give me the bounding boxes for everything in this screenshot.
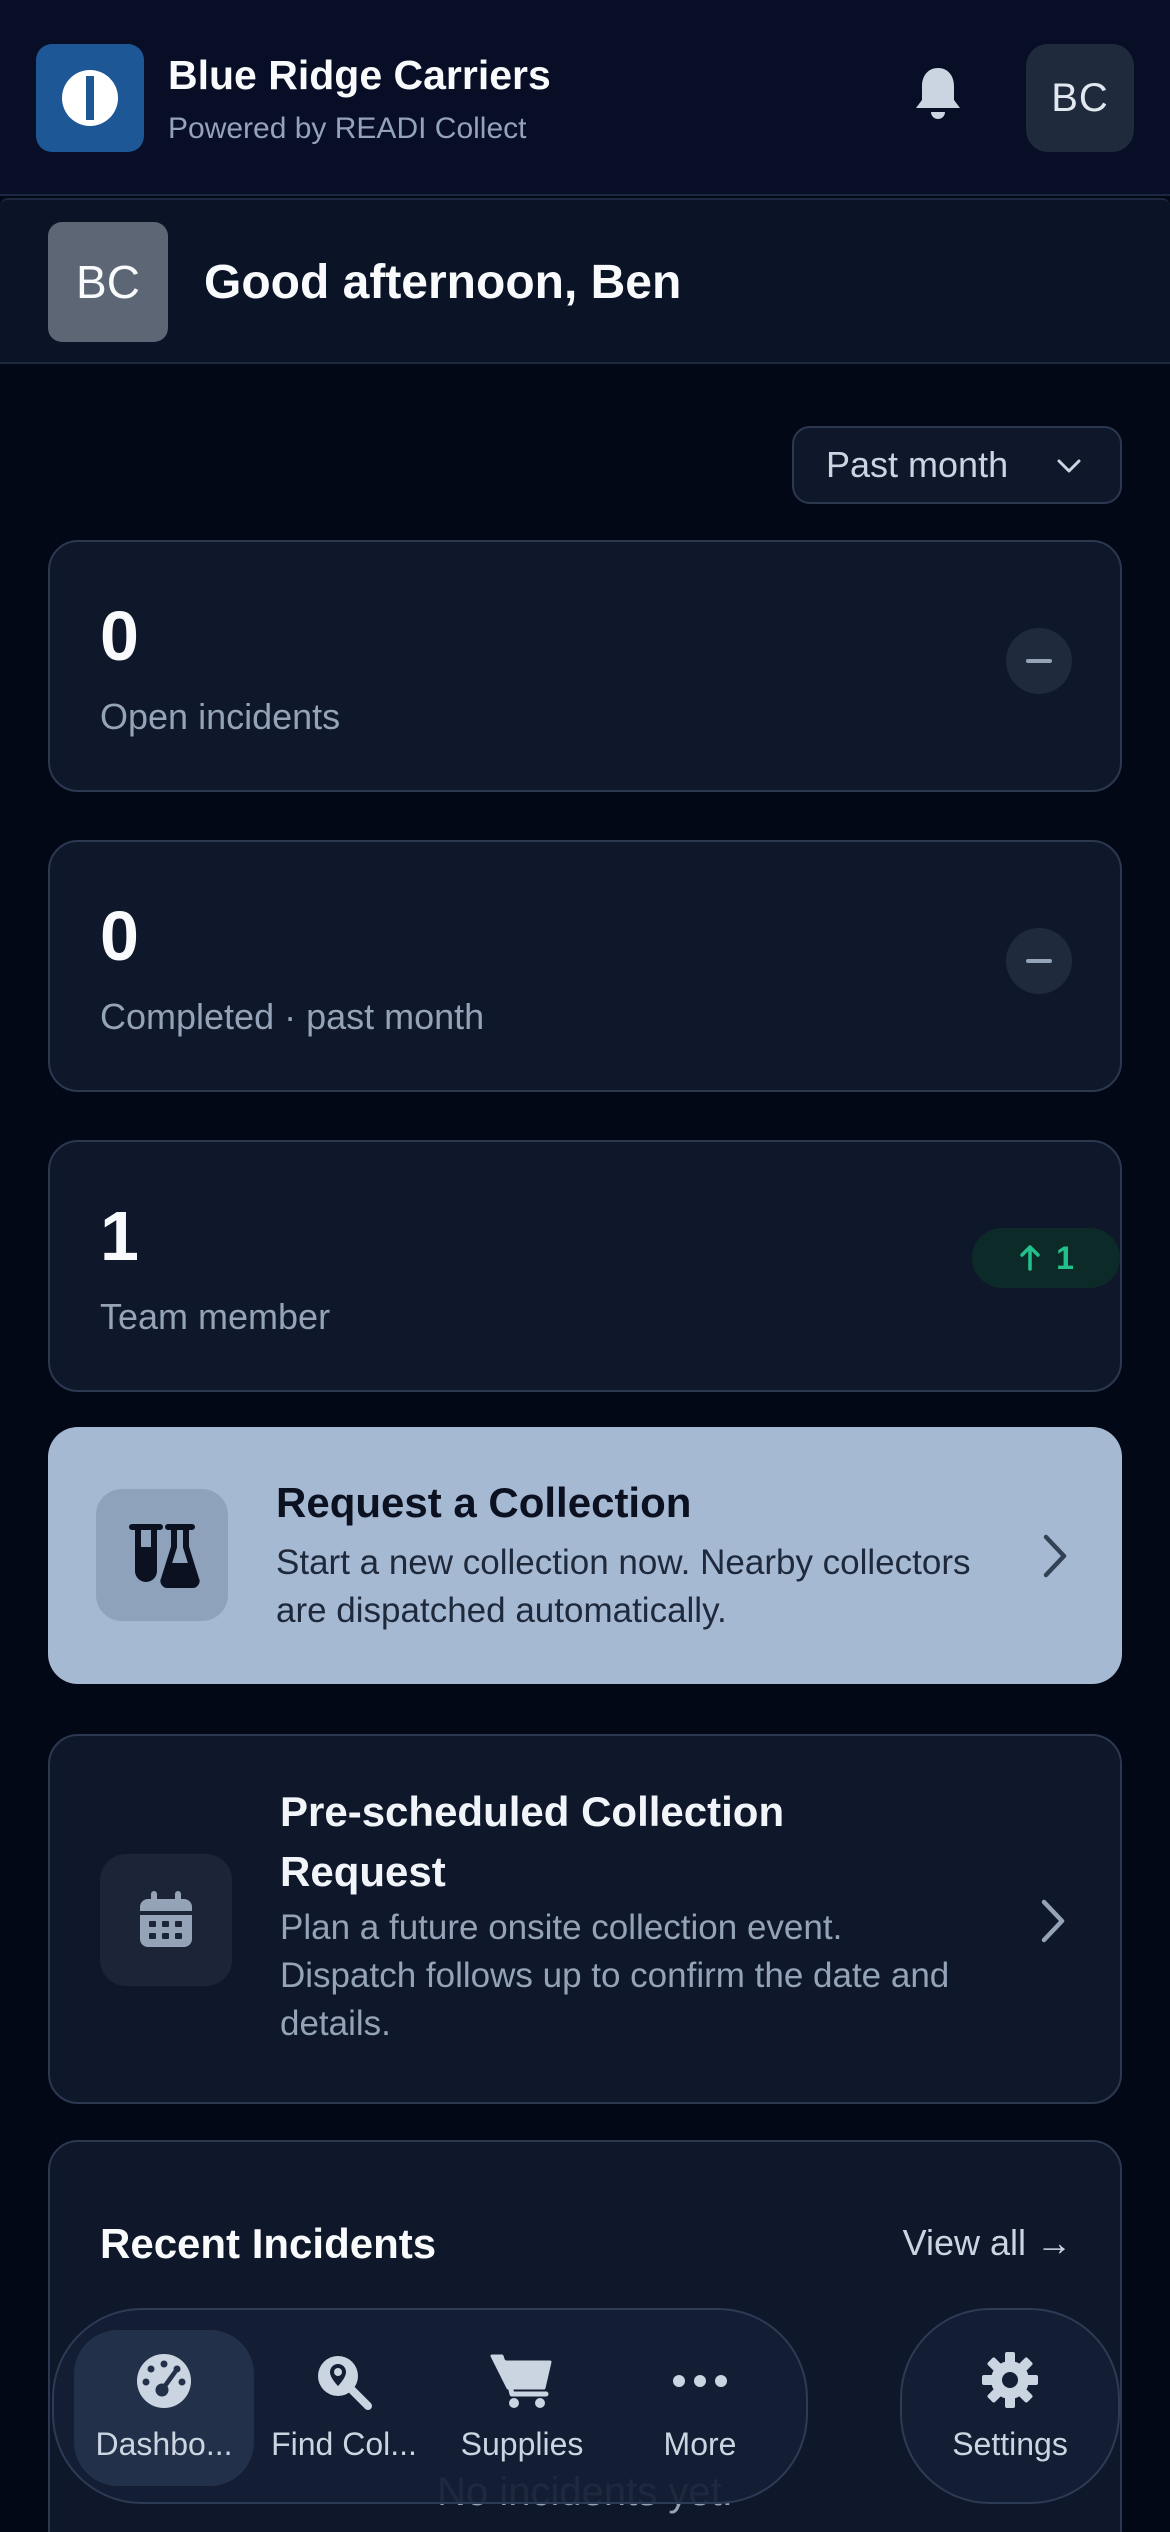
search-location-icon (318, 2356, 372, 2410)
nav-label: Settings (952, 2426, 1068, 2462)
brand-name: Blue Ridge Carriers (168, 52, 551, 98)
gear-icon (982, 2352, 1038, 2408)
chevron-right-icon (1043, 1534, 1067, 1578)
stat-value: 0 (100, 897, 139, 975)
prescheduled-collection-card[interactable]: Pre-scheduled Collection Request Plan a … (48, 1734, 1122, 2104)
dashboard-icon (137, 2354, 191, 2408)
prescheduled-collection-desc: Plan a future onsite collection event. D… (280, 1908, 950, 2043)
view-all-link[interactable]: View all → (903, 2222, 1072, 2264)
nav-label: Dashbo... (95, 2426, 233, 2462)
request-collection-card[interactable]: Request a Collection Start a new collect… (48, 1427, 1122, 1684)
avatar: BC (48, 222, 168, 342)
stat-card-team-members[interactable]: 1 Team member 1 (48, 1140, 1122, 1392)
brand-subtitle: Powered by READI Collect (168, 112, 527, 145)
settings-button[interactable]: Settings (900, 2308, 1120, 2504)
stat-label: Completed · past month (100, 996, 485, 1037)
trend-value: 1 (1056, 1239, 1074, 1276)
nav-item-find-collectors[interactable]: Find Col... (254, 2330, 434, 2486)
greeting-text: Good afternoon, Ben (204, 256, 682, 309)
stat-label: Open incidents (100, 696, 341, 737)
app-header: Blue Ridge Carriers Powered by READI Col… (0, 0, 1170, 196)
period-select[interactable]: Past month (792, 426, 1122, 504)
prescheduled-collection-title: Pre-scheduled Collection Request (280, 1788, 785, 1895)
trend-neutral-icon (1006, 628, 1072, 694)
arrow-up-icon (1020, 1245, 1040, 1271)
request-collection-title: Request a Collection (276, 1479, 692, 1526)
readi-logo-icon (36, 44, 144, 152)
bell-icon[interactable] (912, 64, 976, 132)
stat-value: 0 (100, 597, 139, 675)
request-collection-desc: Start a new collection now. Nearby colle… (276, 1543, 971, 1630)
flask-icon (96, 1489, 228, 1621)
nav-item-more[interactable]: More (610, 2330, 790, 2486)
calendar-icon (100, 1854, 232, 1986)
nav-item-supplies[interactable]: Supplies (432, 2330, 612, 2486)
nav-label: More (663, 2426, 737, 2462)
bottom-nav: Dashbo... Find Col... Supplies More (52, 2308, 808, 2504)
trend-up-badge: 1 (972, 1228, 1120, 1288)
nav-label: Supplies (460, 2426, 584, 2462)
greeting-bar: BC Good afternoon, Ben (0, 198, 1170, 364)
stat-card-open-incidents[interactable]: 0 Open incidents (48, 540, 1122, 792)
nav-item-dashboard[interactable]: Dashbo... (74, 2330, 254, 2486)
cart-icon (490, 2354, 552, 2408)
user-avatar[interactable]: BC (1026, 44, 1134, 152)
stat-card-completed[interactable]: 0 Completed · past month (48, 840, 1122, 1092)
chevron-right-icon (1041, 1899, 1065, 1943)
nav-label: Find Col... (271, 2426, 417, 2462)
trend-neutral-icon (1006, 928, 1072, 994)
more-icon (673, 2375, 727, 2387)
period-select-value: Past month (826, 444, 1009, 485)
stat-label: Team member (100, 1296, 331, 1337)
recent-incidents-title: Recent Incidents (100, 2220, 437, 2267)
chevron-down-icon (1057, 459, 1081, 473)
stat-value: 1 (100, 1197, 139, 1275)
